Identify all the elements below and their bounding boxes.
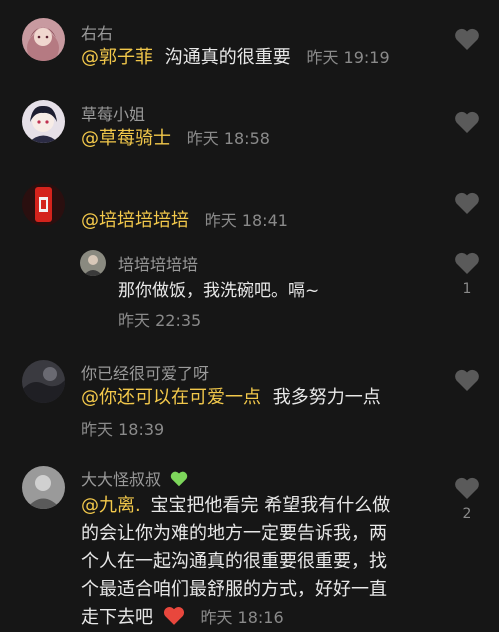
mention-link[interactable]: @你还可以在可爱一点 xyxy=(81,387,261,408)
comment-line: 个人在一起沟通真的很重要很重要，找 xyxy=(81,551,387,572)
heart-outline-icon xyxy=(455,111,479,133)
comment-body: 那你做饭，我洗碗吧。嗝~ xyxy=(118,277,319,305)
like-count: 2 xyxy=(462,506,472,522)
comment-time: 昨天 19:19 xyxy=(306,48,390,67)
dark-photo-avatar-icon[interactable] xyxy=(22,360,65,403)
like-button[interactable]: 2 xyxy=(452,477,482,522)
heart-outline-icon xyxy=(455,252,479,274)
heart-outline-icon xyxy=(455,28,479,50)
comment-body: @郭子菲 沟通真的很重要 昨天 19:19 xyxy=(81,44,390,72)
comment-line: 走下去吧 昨天 18:16 xyxy=(81,604,441,632)
like-count: 1 xyxy=(462,281,472,297)
comment-time: 昨天 18:16 xyxy=(200,608,284,627)
anime-girl-avatar-icon[interactable] xyxy=(22,18,65,61)
red-supreme-avatar-icon[interactable] xyxy=(22,183,65,226)
comment-username[interactable]: 右右 xyxy=(81,20,113,44)
comment-body: @九离. 宝宝把他看完 希望我有什么做 的会让你为难的地方一定要告诉我，两 个人… xyxy=(81,492,441,632)
comment-text: 走下去吧 xyxy=(81,607,153,628)
grey-photo-avatar-icon[interactable] xyxy=(22,466,65,509)
heart-outline-icon xyxy=(455,369,479,391)
comment-username[interactable]: 培培培培培 xyxy=(118,251,198,275)
comment-username[interactable]: 你已经很可爱了呀 xyxy=(81,360,209,384)
comment-body: @草莓骑士 昨天 18:58 xyxy=(81,125,270,153)
red-heart-icon xyxy=(163,607,184,625)
green-heart-icon xyxy=(170,471,188,487)
comment-text: 那你做饭，我洗碗吧。嗝~ xyxy=(118,281,320,301)
person-avatar-icon[interactable] xyxy=(80,250,106,276)
comment-time: 昨天 18:39 xyxy=(81,420,165,439)
username-text: 大大怪叔叔 xyxy=(81,470,162,489)
mention-link[interactable]: @草莓骑士 xyxy=(81,128,171,149)
comment-line: 的会让你为难的地方一定要告诉我，两 xyxy=(81,523,387,544)
comment-body: @你还可以在可爱一点 我多努力一点 xyxy=(81,384,381,412)
comment-line: 个最适合咱们最舒服的方式，好好一直 xyxy=(81,579,387,600)
like-button[interactable] xyxy=(452,369,482,392)
comment-line: @九离. 宝宝把他看完 希望我有什么做 xyxy=(81,492,441,520)
heart-outline-icon xyxy=(455,477,479,499)
heart-outline-icon xyxy=(455,192,479,214)
like-button[interactable] xyxy=(452,28,482,51)
comment-text: 我多努力一点 xyxy=(272,387,381,408)
comment-time: 昨天 18:41 xyxy=(204,211,288,230)
comment-text: 沟通真的很重要 xyxy=(164,47,291,68)
comment-time: 昨天 18:58 xyxy=(186,129,270,148)
comment-username[interactable]: 大大怪叔叔 xyxy=(81,466,188,490)
anime-character-avatar-icon[interactable] xyxy=(22,100,65,143)
mention-link[interactable]: @郭子菲 xyxy=(81,47,153,68)
mention-link[interactable]: @九离. xyxy=(81,495,141,516)
comment-time: 昨天 22:35 xyxy=(118,311,202,330)
comment-username[interactable]: 草莓小姐 xyxy=(81,101,145,125)
like-button[interactable] xyxy=(452,111,482,134)
like-button[interactable]: 1 xyxy=(452,252,482,297)
like-button[interactable] xyxy=(452,192,482,215)
comment-text: 宝宝把他看完 希望我有什么做 xyxy=(150,495,391,516)
comment-body: @培培培培培 昨天 18:41 xyxy=(81,207,288,235)
mention-link[interactable]: @培培培培培 xyxy=(81,210,189,231)
